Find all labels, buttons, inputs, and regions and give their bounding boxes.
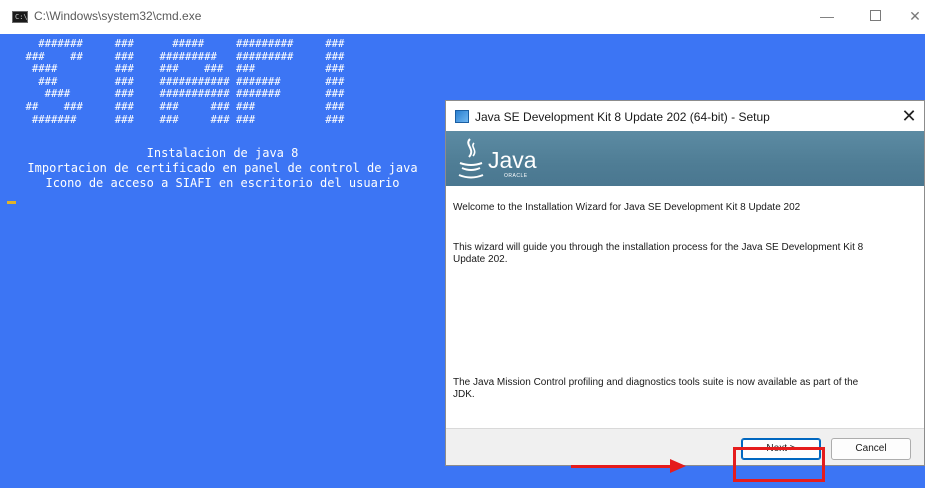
java-installer-icon [455, 110, 469, 123]
console-cursor [7, 201, 16, 204]
dialog-close-button[interactable]: ✕ [898, 105, 920, 127]
maximize-icon [869, 10, 881, 21]
welcome-text: Welcome to the Installation Wizard for J… [453, 202, 801, 213]
mission-control-note: The Java Mission Control profiling and d… [453, 377, 859, 400]
java-banner: Java ORACLE [446, 131, 924, 186]
dialog-titlebar[interactable]: Java SE Development Kit 8 Update 202 (64… [446, 101, 924, 131]
java-wordmark: Java [488, 147, 537, 173]
cmd-titlebar[interactable]: C:\ C:\Windows\system32\cmd.exe — ✕ [0, 0, 925, 35]
dialog-body: Welcome to the Installation Wizard for J… [446, 186, 924, 429]
java-logo: Java ORACLE [456, 135, 566, 183]
minimize-button[interactable]: — [812, 5, 842, 27]
cmd-icon-text: C:\ [15, 13, 28, 21]
maximize-button[interactable] [860, 5, 890, 27]
guide-text: This wizard will guide you through the i… [453, 242, 864, 265]
console-line: Icono de acceso a SIAFI en escritorio de… [45, 176, 400, 190]
java-setup-dialog: Java SE Development Kit 8 Update 202 (64… [445, 100, 925, 466]
annotation-arrow [571, 465, 671, 468]
console-line: Importacion de certificado en panel de c… [27, 161, 418, 175]
ascii-art-banner: ####### ### ##### ######### ### ### ## #… [25, 38, 345, 126]
console-output: Instalacion de java 8 Importacion de cer… [0, 146, 445, 191]
close-button[interactable]: ✕ [900, 5, 925, 27]
cancel-button[interactable]: Cancel [831, 438, 911, 460]
java-cup-icon [458, 138, 484, 179]
cmd-app-icon: C:\ [12, 11, 28, 23]
dialog-title: Java SE Development Kit 8 Update 202 (64… [475, 110, 770, 124]
console-line: Instalacion de java 8 [146, 146, 299, 160]
annotation-highlight-box [733, 447, 825, 482]
cmd-window-title: C:\Windows\system32\cmd.exe [34, 9, 202, 23]
oracle-wordmark: ORACLE [504, 173, 528, 179]
annotation-arrow-head [670, 459, 686, 473]
